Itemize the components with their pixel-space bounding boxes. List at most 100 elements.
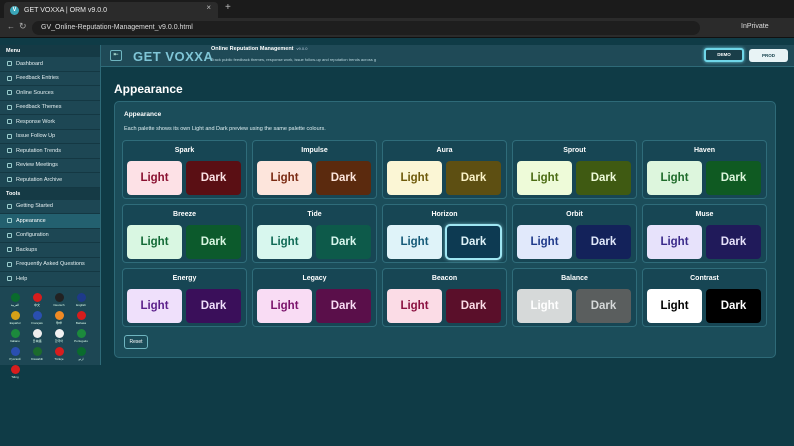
nav-item-icon: [7, 75, 12, 81]
app-title-text: Online Reputation Management: [211, 46, 294, 52]
dark-preview-button[interactable]: Dark: [316, 225, 371, 259]
nav-item-icon: [7, 162, 12, 168]
new-tab-icon[interactable]: +: [225, 2, 231, 13]
palette-name: Beacon: [431, 275, 458, 282]
dark-preview-button[interactable]: Dark: [576, 289, 631, 323]
light-preview-button[interactable]: Light: [127, 225, 182, 259]
flag-label: Français: [31, 320, 43, 325]
language-flag[interactable]: Español: [6, 310, 24, 326]
tab-title: GET VOXXA | ORM v9.0.0: [24, 6, 107, 14]
tools-section-title: Tools: [0, 187, 100, 200]
dark-preview-button[interactable]: Dark: [186, 225, 241, 259]
palette-card: Breeze Light Dark: [122, 204, 247, 263]
language-flag[interactable]: Português: [72, 328, 90, 344]
inprivate-badge[interactable]: InPrivate: [741, 23, 769, 30]
flag-label: Türkçe: [54, 356, 64, 361]
light-preview-button[interactable]: Light: [257, 161, 312, 195]
palette-name: Spark: [174, 147, 195, 154]
language-flag[interactable]: English: [72, 292, 90, 308]
browser-tab[interactable]: V GET VOXXA | ORM v9.0.0 ×: [4, 2, 218, 18]
sidebar-item[interactable]: Issue Follow Up: [0, 130, 100, 144]
palette-card: Haven Light Dark: [642, 140, 767, 199]
light-preview-button[interactable]: Light: [517, 161, 572, 195]
sidebar-item[interactable]: Feedback Entries: [0, 72, 100, 86]
close-icon[interactable]: ×: [206, 3, 211, 12]
language-flags: العربية 中文 Deutsch English Español Français हि…: [0, 287, 100, 380]
dark-preview-button[interactable]: Dark: [316, 289, 371, 323]
light-preview-button[interactable]: Light: [257, 225, 312, 259]
language-flag[interactable]: اردو: [72, 346, 90, 362]
flag-icon: [32, 310, 42, 320]
language-flag[interactable]: Tiếng: [6, 364, 24, 380]
menu-list: Dashboard Feedback Entries Online Sources F…: [0, 57, 100, 188]
language-flag[interactable]: हिन्दी: [50, 310, 68, 326]
palette-card: Muse Light Dark: [642, 204, 767, 263]
dark-preview-button[interactable]: Dark: [446, 289, 501, 323]
light-preview-button[interactable]: Light: [387, 289, 442, 323]
flag-label: العربية: [10, 302, 20, 307]
flag-label: हिन्दी: [56, 320, 62, 325]
palette-card: Spark Light Dark: [122, 140, 247, 199]
light-preview-button[interactable]: Light: [257, 289, 312, 323]
language-flag[interactable]: Türkçe: [50, 346, 68, 362]
dark-preview-button[interactable]: Dark: [706, 289, 761, 323]
reset-button[interactable]: Reset: [124, 335, 148, 349]
flag-icon: [32, 328, 42, 338]
sidebar-item[interactable]: Frequently Asked Questions: [0, 258, 100, 272]
dark-preview-button[interactable]: Dark: [576, 225, 631, 259]
light-preview-button[interactable]: Light: [387, 225, 442, 259]
nav-item-icon: [7, 261, 12, 267]
dark-preview-button[interactable]: Dark: [445, 224, 502, 260]
language-flag[interactable]: العربية: [6, 292, 24, 308]
collapse-sidebar-button[interactable]: ⇤: [110, 50, 122, 61]
light-preview-button[interactable]: Light: [127, 161, 182, 195]
language-flag[interactable]: Kiswahili: [28, 346, 46, 362]
sidebar-item[interactable]: Dashboard: [0, 57, 100, 72]
flag-icon: [10, 346, 20, 356]
dark-preview-button[interactable]: Dark: [576, 161, 631, 195]
sidebar-item-label: Review Meetings: [16, 162, 58, 169]
back-arrow-icon[interactable]: ←: [7, 22, 15, 31]
palette-name: Balance: [561, 275, 588, 282]
dark-preview-button[interactable]: Dark: [186, 289, 241, 323]
language-flag[interactable]: 한국어: [50, 328, 68, 344]
sidebar-item[interactable]: Review Meetings: [0, 159, 100, 173]
light-preview-button[interactable]: Light: [127, 289, 182, 323]
dark-preview-button[interactable]: Dark: [706, 161, 761, 195]
dark-preview-button[interactable]: Dark: [186, 161, 241, 195]
light-preview-button[interactable]: Light: [387, 161, 442, 195]
sidebar-item[interactable]: Feedback Themes: [0, 101, 100, 115]
sidebar-item[interactable]: Getting Started: [0, 200, 100, 214]
sidebar-item[interactable]: Online Sources: [0, 86, 100, 101]
light-preview-button[interactable]: Light: [517, 289, 572, 323]
sidebar-item-label: Backups: [16, 246, 38, 253]
light-preview-button[interactable]: Light: [647, 289, 702, 323]
light-preview-button[interactable]: Light: [647, 225, 702, 259]
language-flag[interactable]: Italiano: [6, 328, 24, 344]
sidebar-item[interactable]: Reputation Archive: [0, 173, 100, 188]
reload-icon[interactable]: ↻: [19, 21, 27, 32]
language-flag[interactable]: Русский: [6, 346, 24, 362]
language-flag[interactable]: 日本語: [28, 328, 46, 344]
flag-label: Deutsch: [53, 302, 65, 307]
prod-button[interactable]: PROD: [749, 49, 788, 62]
language-flag[interactable]: Deutsch: [50, 292, 68, 308]
language-flag[interactable]: Bahasa: [72, 310, 90, 326]
dark-preview-button[interactable]: Dark: [316, 161, 371, 195]
demo-button[interactable]: DEMO: [704, 48, 744, 62]
dark-preview-button[interactable]: Dark: [446, 161, 501, 195]
url-field[interactable]: GV_Online-Reputation-Management_v9.0.0.h…: [32, 21, 700, 35]
light-preview-button[interactable]: Light: [517, 225, 572, 259]
sidebar-item[interactable]: Configuration: [0, 229, 100, 243]
language-flag[interactable]: Français: [28, 310, 46, 326]
dark-preview-button[interactable]: Dark: [706, 225, 761, 259]
sidebar-item[interactable]: Reputation Trends: [0, 144, 100, 159]
nav-item-icon: [7, 218, 12, 224]
light-preview-button[interactable]: Light: [647, 161, 702, 195]
flag-icon: [32, 292, 42, 302]
sidebar-item[interactable]: Backups: [0, 243, 100, 258]
sidebar-item[interactable]: Response Work: [0, 115, 100, 130]
sidebar-item[interactable]: Appearance: [0, 214, 100, 229]
sidebar-item[interactable]: Help: [0, 272, 100, 287]
language-flag[interactable]: 中文: [28, 292, 46, 308]
